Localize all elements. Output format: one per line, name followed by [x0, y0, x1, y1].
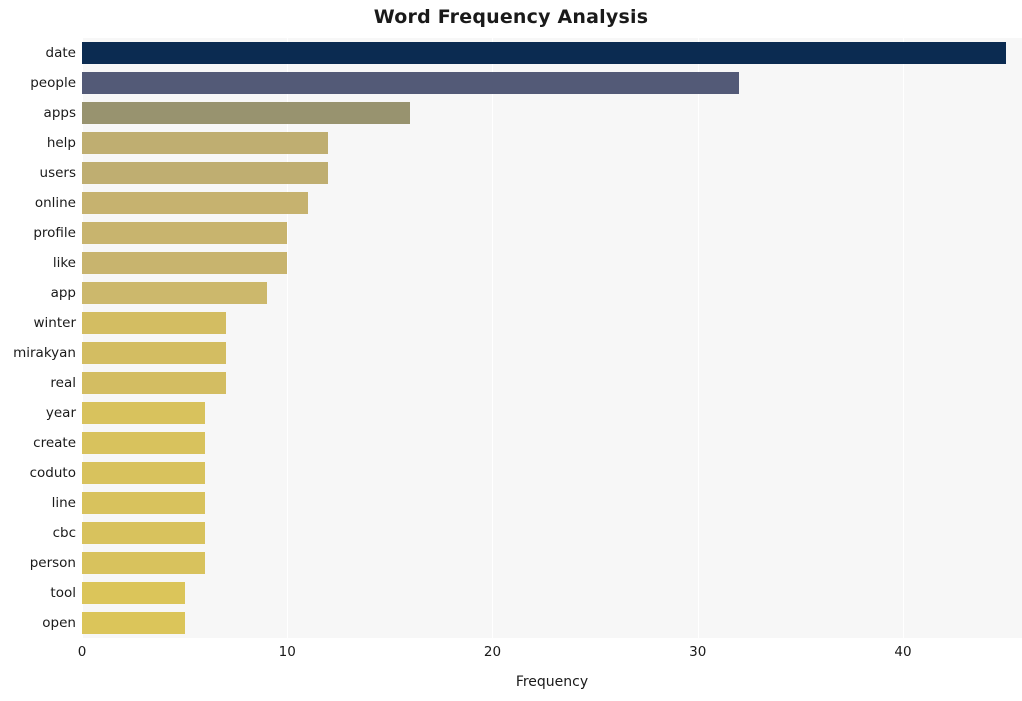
word-frequency-chart: Word Frequency Analysis date people apps he…	[0, 0, 1022, 701]
y-axis-tick-label: real	[50, 375, 76, 391]
x-axis-title: Frequency	[515, 674, 589, 690]
bar	[82, 162, 329, 184]
y-axis-tick-label: cbc	[52, 525, 76, 541]
bar-series	[82, 38, 1022, 638]
bar	[82, 312, 226, 334]
y-axis-tick-label: people	[30, 75, 76, 91]
bar	[82, 552, 206, 574]
bar	[82, 342, 226, 364]
bar	[82, 102, 411, 124]
bar	[82, 582, 185, 604]
y-axis-tick-label: open	[42, 615, 76, 631]
y-axis-tick-label: winter	[33, 315, 77, 331]
bar-fill	[82, 522, 206, 544]
bar	[82, 132, 329, 154]
y-axis-tick-label: app	[50, 285, 76, 301]
x-axis-tick-label: 20	[483, 644, 502, 660]
y-axis-tick-label: online	[34, 195, 76, 211]
bar	[82, 222, 288, 244]
bar-fill	[82, 492, 206, 514]
chart-title: Word Frequency Analysis	[373, 6, 649, 28]
x-axis-tick-label: 0	[77, 644, 87, 660]
bar-fill	[82, 342, 226, 364]
y-axis-tick-label: create	[33, 435, 76, 451]
bar-fill	[82, 552, 206, 574]
bar	[82, 252, 288, 274]
y-axis-tick-label: date	[45, 45, 76, 61]
bar-fill	[82, 312, 226, 334]
bar-fill	[82, 252, 288, 274]
x-axis-tick-label: 10	[278, 644, 296, 660]
y-axis-tick-label: mirakyan	[13, 345, 76, 361]
bar	[82, 522, 206, 544]
y-axis-tick-label: profile	[33, 225, 76, 241]
bar-fill	[82, 162, 329, 184]
x-axis-tick-label: 30	[689, 644, 707, 660]
y-axis-tick-label: year	[45, 405, 76, 421]
bar-fill	[82, 132, 329, 154]
y-axis-tick-labels: date people apps help users online profile like…	[0, 38, 76, 638]
x-axis-tick-labels: 0 10 20 30 40	[78, 644, 1022, 666]
bar-fill	[82, 432, 206, 454]
bar-fill	[82, 282, 267, 304]
bar	[82, 462, 206, 484]
bar	[82, 72, 739, 94]
bar-fill	[82, 222, 288, 244]
y-axis-tick-label: tool	[50, 585, 76, 601]
y-axis-tick-label: like	[52, 255, 76, 271]
bar	[82, 402, 206, 424]
plot-area	[82, 38, 1022, 638]
bar	[82, 492, 206, 514]
bar-fill	[82, 102, 411, 124]
y-axis-tick-label: users	[39, 165, 76, 181]
x-axis-tick-label: 40	[894, 644, 912, 660]
bar-fill	[82, 402, 206, 424]
bar	[82, 372, 226, 394]
bar-fill	[82, 612, 185, 634]
y-axis-tick-label: line	[51, 495, 76, 511]
bar	[82, 612, 185, 634]
bar-fill	[82, 192, 308, 214]
bar	[82, 282, 267, 304]
y-axis-tick-label: person	[29, 555, 76, 571]
y-axis-tick-label: coduto	[29, 465, 76, 481]
bar	[82, 192, 308, 214]
bar	[82, 432, 206, 454]
y-axis-tick-label: help	[46, 135, 76, 151]
bar	[82, 42, 1006, 64]
bar-fill	[82, 462, 206, 484]
bar-fill	[82, 372, 226, 394]
bar-fill	[82, 42, 1006, 64]
y-axis-tick-label: apps	[43, 105, 76, 121]
bar-fill	[82, 72, 739, 94]
bar-fill	[82, 582, 185, 604]
